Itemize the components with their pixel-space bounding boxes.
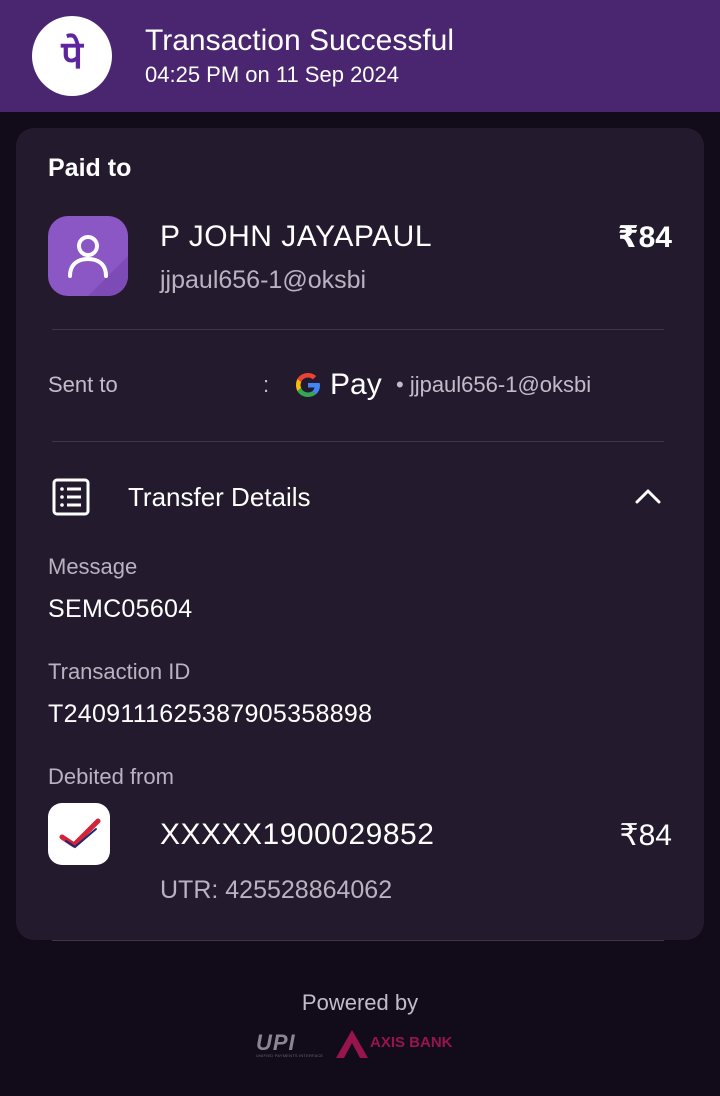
divider [52, 441, 664, 442]
transaction-datetime: 04:25 PM on 11 Sep 2024 [145, 62, 400, 87]
paid-amount: ₹84 [617, 221, 672, 254]
person-icon [68, 235, 128, 296]
powered-by-label: Powered by [301, 990, 419, 1015]
utr-number: UTR: 425528864062 [160, 876, 393, 904]
transfer-details-title[interactable]: Transfer Details [128, 482, 311, 513]
divider [52, 940, 664, 941]
sent-to-upi-id: • jjpaul656-1@oksbi [396, 372, 592, 397]
sent-to-separator: : [263, 372, 270, 397]
page-title: Transaction Successful [145, 24, 455, 57]
payee-name: P JOHN JAYAPAUL [160, 220, 433, 253]
message-label: Message [48, 554, 138, 579]
google-g-icon [292, 369, 324, 406]
header-bar: पे Transaction Successful 04:25 PM on 11… [0, 0, 720, 112]
divider [52, 329, 664, 330]
transaction-id-value[interactable]: T2409111625387905358898 [48, 700, 372, 729]
upi-tagline: UNIFIED PAYMENTS INTERFACE [256, 1053, 324, 1058]
phonepe-logo-icon: पे [32, 16, 112, 96]
payee-avatar [48, 216, 128, 296]
account-number: XXXXX1900029852 [160, 818, 435, 851]
axis-bank-label: AXIS BANK [370, 1034, 453, 1051]
sent-to-label: Sent to [48, 372, 118, 397]
google-pay-label: Pay [330, 368, 382, 401]
bank-check-icon [48, 803, 110, 865]
axis-bank-logo-icon [334, 1028, 370, 1065]
chevron-up-icon[interactable] [634, 486, 662, 511]
transaction-id-label: Transaction ID [48, 659, 191, 684]
phonepe-logo-glyph: पे [60, 33, 84, 77]
debited-amount: ₹84 [619, 819, 672, 852]
paid-to-label: Paid to [48, 154, 132, 182]
message-value: SEMC05604 [48, 595, 193, 623]
payee-upi-id: jjpaul656-1@oksbi [160, 266, 367, 294]
debited-from-label: Debited from [48, 764, 174, 789]
list-details-icon [52, 478, 90, 521]
